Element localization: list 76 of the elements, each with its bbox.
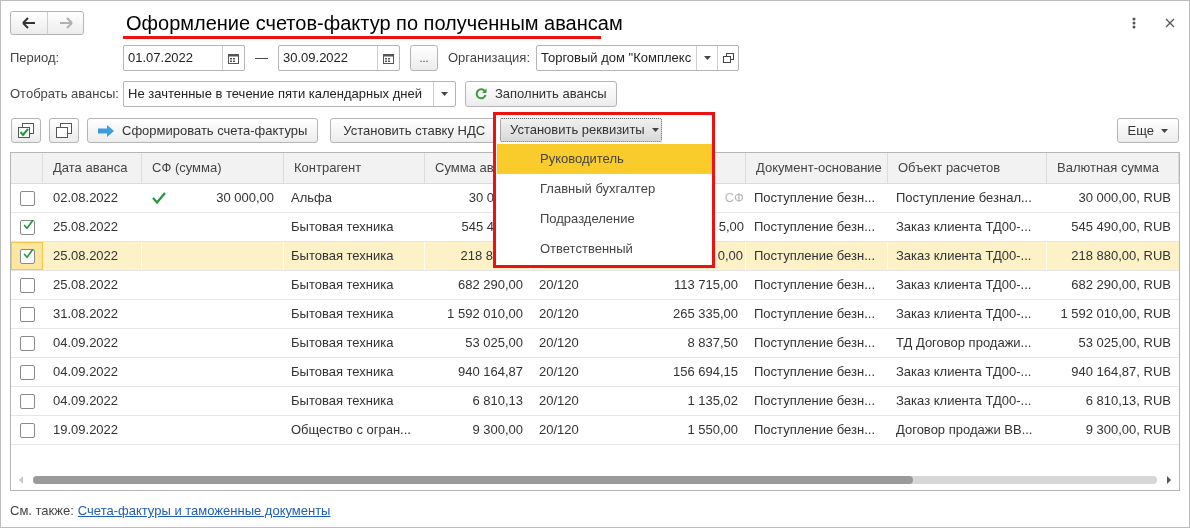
table-cell-text: Бытовая техника [290,334,395,352]
table-cell-text: 9 300,00, RUB [1084,421,1172,439]
table-cell-text: 0,00 [717,247,743,265]
see-also-label: См. также: [10,502,74,520]
table-cell-text: 19.09.2022 [52,421,120,439]
table-cell-text: Заказ клиента ТД00-... [895,305,1033,323]
table-cell-text: 1 550,00 [686,421,739,439]
table-cell-text: 5,00 [718,218,744,236]
table-cell-text: 1 592 010,00, RUB [1059,305,1172,323]
table-cell-text: 265 335,00 [671,305,739,323]
table-cell-text: Бытовая техника [290,305,395,323]
table-cell-text: 940 164,87 [456,363,524,381]
table-cell-text: 20/120 [538,363,580,381]
table-cell-text: 940 164,87, RUB [1070,363,1172,381]
table-cell-text: 218 8 [460,247,493,265]
table-cell: Поступление безн... [746,242,888,270]
table-cell-text: 53 025,00 [464,334,524,352]
table-cell-text: 682 290,00 [456,276,524,294]
table-cell-text: 8 837,50 [686,334,739,352]
dash-separator: — [255,49,268,68]
table-cell-text: 04.09.2022 [52,334,120,352]
table-cell-text: 53 025,00, RUB [1077,334,1172,352]
table-cell-text: 04.09.2022 [52,363,120,381]
table-cell-text: Общество с огран... [290,421,412,439]
table-cell-text: 6 810,13 [471,392,524,410]
table-cell-text: 30 000,00 [216,189,274,208]
table-cell-text: 25.08.2022 [52,218,120,236]
table-cell-text: Поступление безн... [753,218,877,236]
table-cell-text: 20/120 [538,276,580,294]
organization-label: Организация: [448,49,531,68]
table-cell-text: Заказ клиента ТД00-... [895,392,1033,410]
table-cell-text: 02.08.2022 [52,189,120,207]
table-cell-text: 20/120 [538,334,580,352]
table-cell-text: 9 300,00 [471,421,524,439]
table-cell-text: Поступление безн... [753,392,877,410]
table-cell-text: Поступление безн... [753,421,877,439]
table-cell-text: 156 694,15 [671,363,739,381]
table-cell-text: Поступление безнал... [895,189,1033,207]
table-cell-text: Поступление безн... [753,276,877,294]
table-cell: 25.08.2022 [43,242,142,270]
table-cell-text: 30 000,00, RUB [1077,189,1172,207]
advances-filter-label: Отобрать авансы: [10,85,120,104]
table-cell-text: 1 135,02 [686,392,739,410]
table-cell-text: Поступление безн... [753,305,877,323]
table-cell-text: Заказ клиента ТД00-... [895,276,1033,294]
table-cell-text: Поступление безн... [753,189,877,207]
table-cell-text: Бытовая техника [290,276,395,294]
table-cell-text: 545 4 [461,218,494,236]
table-cell-text: Бытовая техника [290,392,395,410]
table-cell-text: СФ [724,189,744,207]
table-cell-text: 682 290,00, RUB [1070,276,1172,294]
window-title: Оформление счетов-фактур по полученным авансам [126,11,623,35]
table-cell: Заказ клиента ТД00-... [888,242,1047,270]
table-cell-text: ТД Договор продажи... [895,334,1033,352]
table-cell-text: 20/120 [538,392,580,410]
table-cell-text: Альфа [290,189,333,207]
table-cell-text: Поступление безн... [753,363,877,381]
table-cell-text: 30 0 [468,189,494,207]
table-cell-text: 113 715,00 [672,276,739,294]
table-cell-text: Бытовая техника [290,363,395,381]
table-cell-text: Бытовая техника [290,218,395,236]
table-cell-text: Заказ клиента ТД00-... [895,363,1033,381]
table-cell-text: Договор продажи ВВ... [895,421,1034,439]
table-cell-text: 20/120 [538,421,580,439]
table-cell-text: 04.09.2022 [52,392,120,410]
table-cell: Бытовая техника [284,242,425,270]
table-cell-text: Поступление безн... [753,334,877,352]
table-cell-text: 1 592 010,00 [446,305,524,323]
table-cell-text: 6 810,13, RUB [1084,392,1172,410]
table-cell-text: Заказ клиента ТД00-... [895,218,1033,236]
table-cell-text: 218 880,00, RUB [1070,247,1172,265]
table-cell-text: 545 490,00, RUB [1070,218,1172,236]
table-cell-text: 20/120 [538,305,580,323]
period-label: Период: [10,49,61,68]
table-cell-text: 25.08.2022 [52,276,120,294]
table-cell-text: 31.08.2022 [52,305,120,323]
